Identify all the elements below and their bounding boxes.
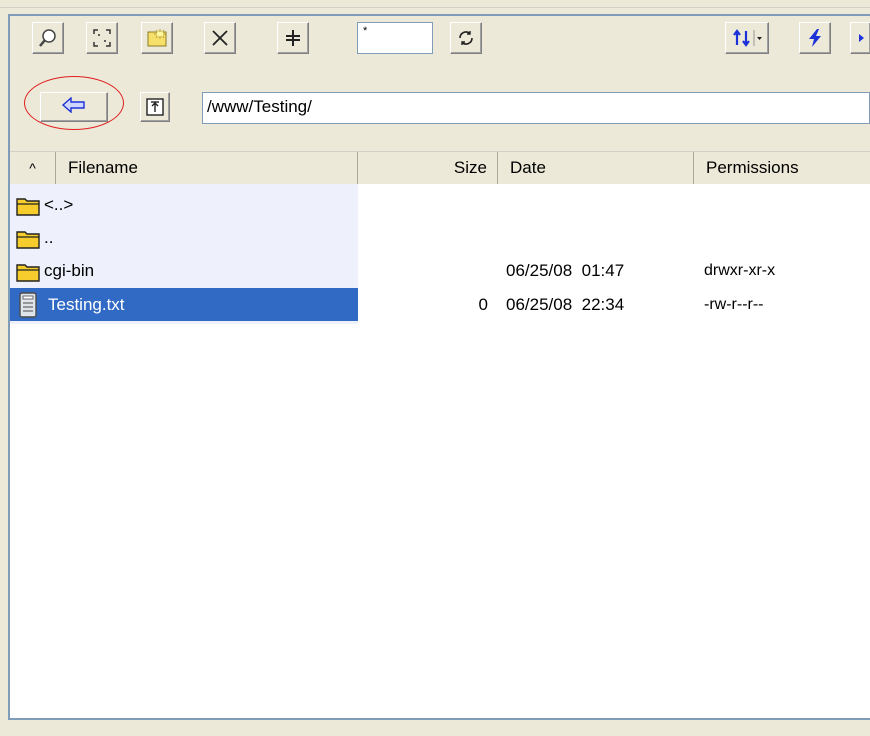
file-name-cell: .. [10, 221, 358, 254]
new-folder-icon [146, 27, 168, 49]
file-mask-input[interactable]: * [357, 22, 433, 54]
folder-icon [16, 197, 40, 216]
next-button[interactable] [850, 22, 870, 54]
compare-icon [282, 27, 304, 49]
compare-button[interactable] [277, 22, 309, 54]
refresh-button[interactable] [450, 22, 482, 54]
file-name: <..> [44, 194, 74, 214]
file-permissions: drwxr-xr-x [704, 262, 776, 279]
sort-dropdown-button[interactable] [725, 22, 769, 54]
file-name: cgi-bin [44, 260, 95, 280]
find-button[interactable] [32, 22, 64, 54]
window-top-edge [0, 0, 870, 8]
file-name: Testing.txt [48, 294, 125, 314]
list-item[interactable]: cgi-bin 06/25/08 01:47 drwxr-xr-x [10, 254, 870, 287]
file-size: 0 [478, 295, 488, 314]
back-button[interactable] [40, 92, 108, 122]
file-date: 06/25/08 22:34 [506, 295, 625, 314]
column-header-bar: ^ Filename Size Date Permissions [10, 151, 870, 185]
remote-path-input[interactable]: /www/Testing/ [202, 92, 870, 124]
parent-folder-icon [144, 96, 166, 118]
column-header-size[interactable]: Size [358, 152, 498, 184]
folder-icon [16, 263, 40, 282]
sort-indicator[interactable]: ^ [10, 152, 56, 184]
connect-icon [804, 27, 826, 49]
list-item[interactable]: Testing.txt 0 06/25/08 22:34 -rw-r--r-- [10, 288, 870, 321]
connect-button[interactable] [799, 22, 831, 54]
column-header-filename[interactable]: Filename [56, 152, 358, 184]
file-name: .. [44, 227, 54, 247]
column-header-permissions[interactable]: Permissions [694, 152, 870, 184]
parent-folder-button[interactable] [140, 92, 170, 122]
file-name-cell: Testing.txt [10, 288, 358, 321]
file-permissions: -rw-r--r-- [704, 296, 764, 313]
back-arrow-icon [61, 95, 87, 118]
select-all-button[interactable] [86, 22, 118, 54]
folder-icon [16, 230, 40, 249]
find-icon [37, 27, 59, 49]
file-name-cell: <..> [10, 188, 358, 221]
file-date: 06/25/08 01:47 [506, 261, 625, 280]
new-folder-button[interactable] [141, 22, 173, 54]
select-all-icon [91, 27, 113, 49]
delete-button[interactable] [204, 22, 236, 54]
refresh-icon [455, 27, 477, 49]
delete-icon [209, 27, 231, 49]
file-size [358, 254, 498, 287]
column-header-date[interactable]: Date [498, 152, 694, 184]
sort-icon [729, 27, 765, 49]
text-file-icon [19, 291, 37, 318]
next-icon [856, 27, 866, 49]
list-item[interactable]: <..> [10, 188, 870, 221]
file-list: <..> .. cgi-bin 06/25/08 01:47 drwxr-xr-… [10, 184, 870, 718]
list-item[interactable]: .. [10, 221, 870, 254]
file-name-cell: cgi-bin [10, 254, 358, 287]
